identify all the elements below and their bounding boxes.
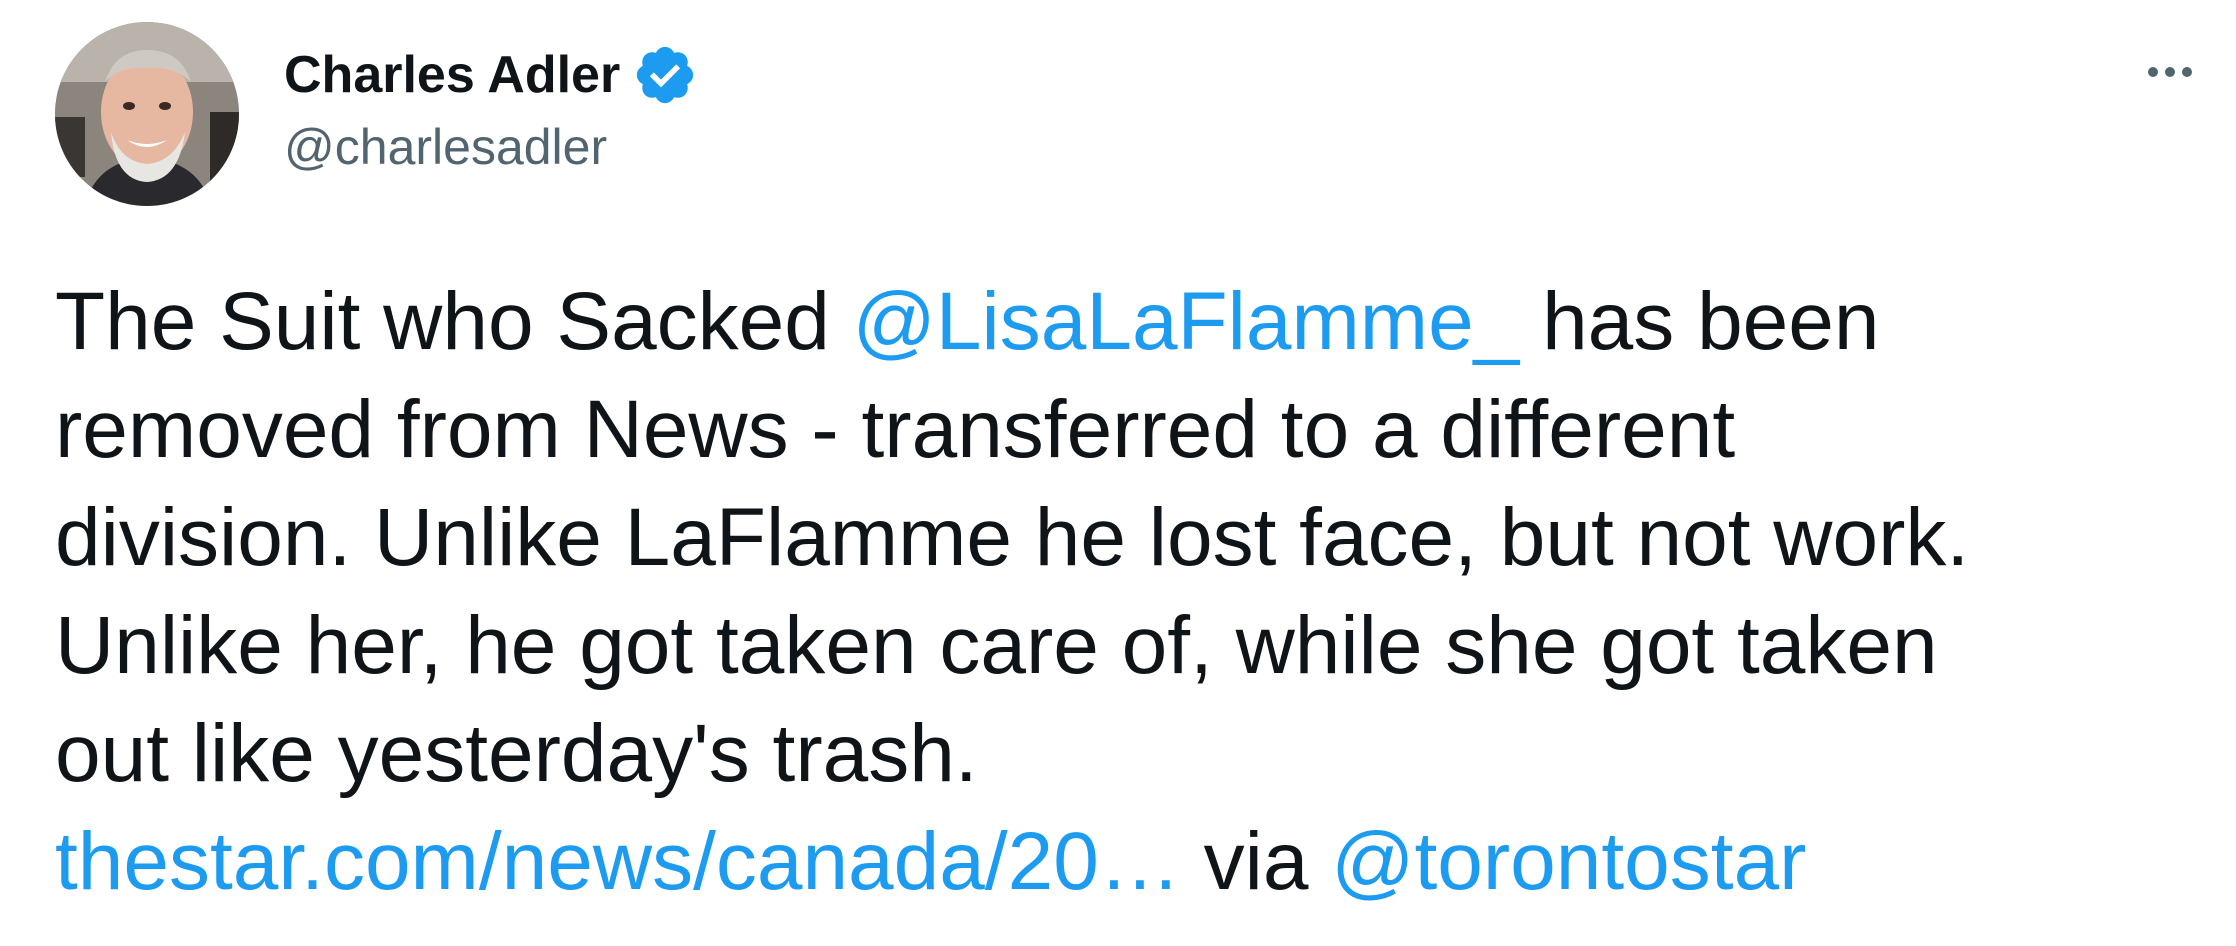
tweet-line: out like yesterday's trash. — [55, 708, 978, 799]
tweet-text: The Suit who Sacked @LisaLaFlamme_ has b… — [55, 268, 2195, 916]
tweet-card: Charles Adler @charlesadler The Suit who… — [0, 0, 2236, 946]
via-text: via — [1180, 816, 1332, 907]
text-segment: has been — [1519, 276, 1880, 367]
tweet-line: division. Unlike LaFlamme he lost face, … — [55, 492, 1970, 583]
user-handle[interactable]: @charlesadler — [284, 118, 698, 176]
more-dot — [2148, 67, 2158, 77]
mention-link[interactable]: @LisaLaFlamme_ — [853, 276, 1520, 367]
verified-badge-icon[interactable] — [632, 42, 698, 108]
tweet-line: The Suit who Sacked @LisaLaFlamme_ has b… — [55, 268, 2195, 376]
text-segment: The Suit who Sacked — [55, 276, 853, 367]
profile-photo — [55, 22, 239, 206]
more-options-icon[interactable] — [2140, 52, 2200, 92]
more-dot — [2182, 67, 2192, 77]
mention-link[interactable]: @torontostar — [1331, 816, 1806, 907]
more-dot — [2165, 67, 2175, 77]
tweet-line: removed from News - transferred to a dif… — [55, 384, 1736, 475]
article-link[interactable]: thestar.com/news/canada/20… — [55, 816, 1181, 907]
avatar[interactable] — [55, 22, 239, 206]
tweet-line: Unlike her, he got taken care of, while … — [55, 600, 1938, 691]
tweet-line: thestar.com/news/canada/20… via @toronto… — [55, 808, 2195, 916]
display-name[interactable]: Charles Adler — [284, 45, 620, 105]
author-block: Charles Adler @charlesadler — [284, 36, 698, 176]
name-row: Charles Adler — [284, 36, 698, 114]
